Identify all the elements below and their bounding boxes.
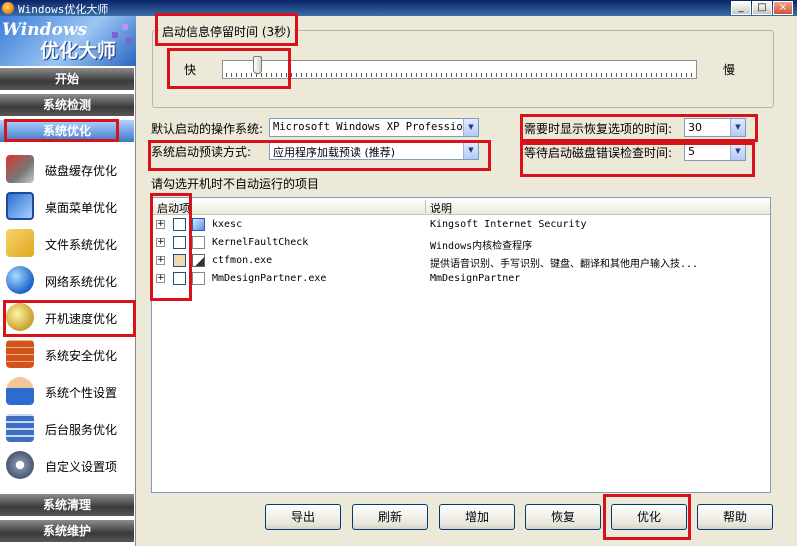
file-system-icon bbox=[6, 229, 34, 257]
table-row[interactable]: + MmDesignPartner.exe MmDesignPartner bbox=[152, 270, 770, 288]
shield-check-icon bbox=[192, 218, 205, 231]
restore-button[interactable]: 恢复 bbox=[525, 504, 601, 530]
row-name: KernelFaultCheck bbox=[212, 237, 309, 248]
expand-icon[interactable]: + bbox=[156, 220, 165, 229]
sidebar-item-network[interactable]: 网络系统优化 bbox=[0, 262, 134, 298]
recovery-time-select[interactable]: 30 ▼ bbox=[684, 118, 746, 137]
row-description: Windows内核检查程序 bbox=[430, 241, 533, 252]
logo-line-2: 优化大师 bbox=[40, 40, 117, 62]
users-icon bbox=[6, 377, 34, 405]
splash-time-title: 启动信息停留时间 (3秒) bbox=[159, 23, 294, 40]
table-row[interactable]: + kxesc Kingsoft Internet Security bbox=[152, 216, 770, 234]
network-globe-icon bbox=[6, 266, 34, 294]
fast-label: 快 bbox=[184, 63, 197, 77]
title-bar: Windows优化大师 _ □ × bbox=[0, 0, 797, 16]
chkdsk-time-value: 5 bbox=[688, 145, 695, 158]
sidebar-item-label: 文件系统优化 bbox=[45, 238, 118, 252]
sidebar-item-security[interactable]: 系统安全优化 bbox=[0, 336, 134, 372]
nav-system-optimize[interactable]: 系统优化 bbox=[0, 120, 134, 142]
row-checkbox[interactable] bbox=[173, 272, 186, 285]
nav-system-maintain[interactable]: 系统维护 bbox=[0, 520, 134, 542]
row-name: kxesc bbox=[212, 219, 243, 230]
nav-start[interactable]: 开始 bbox=[0, 68, 134, 90]
startup-list[interactable]: 启动项 说明 + kxesc Kingsoft Internet Securit… bbox=[151, 197, 771, 493]
maximize-button[interactable]: □ bbox=[752, 1, 772, 15]
prefetch-label: 系统启动预读方式: bbox=[151, 145, 252, 159]
export-button[interactable]: 导出 bbox=[265, 504, 341, 530]
chevron-down-icon[interactable]: ▼ bbox=[730, 143, 745, 160]
close-button[interactable]: × bbox=[773, 1, 793, 15]
app-icon bbox=[2, 2, 14, 14]
window-title: Windows优化大师 bbox=[18, 3, 109, 16]
row-checkbox[interactable] bbox=[173, 218, 186, 231]
sidebar-item-desktop-menu[interactable]: 桌面菜单优化 bbox=[0, 188, 134, 224]
recovery-time-label: 需要时显示恢复选项的时间: bbox=[524, 122, 673, 136]
sidebar-item-disk-cache[interactable]: 磁盘缓存优化 bbox=[0, 151, 134, 187]
main-panel: 启动信息停留时间 (3秒) 快 慢 默认启动的操作系统: Microsoft W… bbox=[137, 16, 797, 546]
sidebar-item-label: 磁盘缓存优化 bbox=[45, 164, 118, 178]
sidebar-item-label: 自定义设置项 bbox=[45, 460, 118, 474]
sidebar-item-label: 网络系统优化 bbox=[45, 275, 118, 289]
sidebar-item-label: 系统个性设置 bbox=[45, 386, 118, 400]
desktop-menu-icon bbox=[6, 192, 34, 220]
row-checkbox[interactable] bbox=[173, 236, 186, 249]
row-description: 提供语音识别、手写识别、键盘、翻译和其他用户输入技... bbox=[430, 259, 699, 270]
row-name: ctfmon.exe bbox=[212, 255, 273, 266]
default-os-label: 默认启动的操作系统: bbox=[151, 122, 264, 136]
nav-system-detect[interactable]: 系统检测 bbox=[0, 94, 134, 116]
slow-label: 慢 bbox=[723, 63, 736, 77]
refresh-button[interactable]: 刷新 bbox=[352, 504, 428, 530]
add-button[interactable]: 增加 bbox=[439, 504, 515, 530]
chevron-down-icon[interactable]: ▼ bbox=[463, 142, 478, 159]
default-os-select[interactable]: Microsoft Windows XP Professions ▼ bbox=[269, 118, 479, 137]
row-checkbox[interactable] bbox=[173, 254, 186, 267]
sidebar-item-services[interactable]: 后台服务优化 bbox=[0, 410, 134, 446]
sidebar: Windows 优化大师 开始 系统检测 系统优化 磁盘缓存优化 桌面菜单优化 … bbox=[0, 16, 136, 546]
sidebar-item-boot-speed[interactable]: 开机速度优化 bbox=[0, 299, 134, 335]
table-row[interactable]: + ctfmon.exe 提供语音识别、手写识别、键盘、翻译和其他用户输入技..… bbox=[152, 252, 770, 270]
expand-icon[interactable]: + bbox=[156, 274, 165, 283]
row-name: MmDesignPartner.exe bbox=[212, 273, 327, 284]
nav-system-clean[interactable]: 系统清理 bbox=[0, 494, 134, 516]
sidebar-item-label: 开机速度优化 bbox=[45, 312, 118, 326]
disk-cache-icon bbox=[6, 155, 34, 183]
list-caption: 请勾选开机时不自动运行的项目 bbox=[151, 177, 320, 191]
optimize-button[interactable]: 优化 bbox=[611, 504, 687, 530]
app-logo: Windows 优化大师 bbox=[0, 16, 136, 66]
table-row[interactable]: + KernelFaultCheck Windows内核检查程序 bbox=[152, 234, 770, 252]
sidebar-item-custom[interactable]: 自定义设置项 bbox=[0, 447, 134, 483]
prefetch-select[interactable]: 应用程序加载预读 (推荐) ▼ bbox=[269, 141, 479, 160]
help-button[interactable]: 帮助 bbox=[697, 504, 773, 530]
chkdsk-time-label: 等待启动磁盘错误检查时间: bbox=[524, 146, 673, 160]
row-description: MmDesignPartner bbox=[430, 273, 521, 284]
default-os-value: Microsoft Windows XP Professions bbox=[273, 121, 476, 133]
splash-time-slider[interactable] bbox=[222, 60, 697, 79]
chkdsk-time-select[interactable]: 5 ▼ bbox=[684, 142, 746, 161]
sidebar-item-label: 桌面菜单优化 bbox=[45, 201, 118, 215]
list-header: 启动项 说明 bbox=[152, 198, 770, 215]
chevron-down-icon[interactable]: ▼ bbox=[463, 119, 478, 136]
expand-icon[interactable]: + bbox=[156, 238, 165, 247]
expand-icon[interactable]: + bbox=[156, 256, 165, 265]
server-icon bbox=[6, 414, 34, 442]
slider-ticks bbox=[226, 73, 692, 77]
boot-speed-icon bbox=[6, 303, 34, 331]
sidebar-item-file-system[interactable]: 文件系统优化 bbox=[0, 225, 134, 261]
sidebar-item-label: 后台服务优化 bbox=[45, 423, 118, 437]
firewall-icon bbox=[6, 340, 34, 368]
blank-doc-icon bbox=[192, 236, 205, 249]
sidebar-item-personalize[interactable]: 系统个性设置 bbox=[0, 373, 134, 409]
prefetch-value: 应用程序加载预读 (推荐) bbox=[273, 146, 396, 159]
pen-doc-icon bbox=[192, 254, 205, 267]
row-description: Kingsoft Internet Security bbox=[430, 219, 587, 230]
sidebar-item-label: 系统安全优化 bbox=[45, 349, 118, 363]
column-header-description[interactable]: 说明 bbox=[430, 200, 452, 216]
recovery-time-value: 30 bbox=[688, 121, 702, 134]
blank-doc-icon bbox=[192, 272, 205, 285]
minimize-button[interactable]: _ bbox=[731, 1, 751, 15]
slider-thumb[interactable] bbox=[253, 56, 262, 74]
column-header-startup[interactable]: 启动项 bbox=[157, 200, 190, 216]
gears-icon bbox=[6, 451, 34, 479]
chevron-down-icon[interactable]: ▼ bbox=[730, 119, 745, 136]
